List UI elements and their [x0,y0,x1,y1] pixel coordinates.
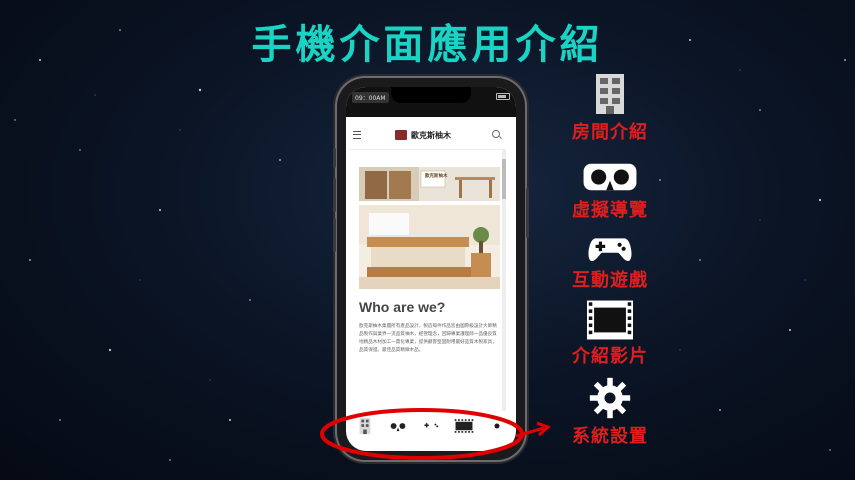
legend-item-interactive-game: 互動遊戲 [560,232,660,292]
legend-label: 介紹影片 [572,346,648,367]
about-heading: Who are we? [359,299,446,315]
brand-logo[interactable] [395,130,407,140]
legend-item-system-settings: 系統設置 [560,376,660,448]
status-bar: 09：00AM [346,87,516,117]
hamburger-menu-icon[interactable] [353,131,361,139]
legend-label: 互動遊戲 [572,270,648,291]
search-icon[interactable] [492,130,500,138]
phone-screen: 09：00AM 歐克斯柚木 歐克斯柚木 Who are we? 歐克斯柚木集團所… [346,87,516,451]
vr-goggles-icon [583,163,637,191]
legend-item-room-intro: 房間介紹 [560,72,660,144]
phone-mockup: 09：00AM 歐克斯柚木 歐克斯柚木 Who are we? 歐克斯柚木集團所… [333,78,529,460]
volume-down-button [333,218,336,252]
status-time: 09：00AM [352,92,389,103]
about-paragraph: 歐克斯柚木集團所有產品設計，製造每件作品皆由國際級設計大師精品製作與業界一流品質… [359,324,497,353]
brand-name[interactable]: 歐克斯柚木 [411,130,451,141]
page-scrollbar[interactable] [502,149,506,411]
building-icon [596,74,624,114]
volume-up-button [333,178,336,212]
legend-label: 系統設置 [572,426,648,447]
legend-item-virtual-tour: 虛擬導覽 [560,160,660,222]
hero-banner-caption: 歐克斯柚木 [425,174,448,179]
mute-switch [333,148,336,168]
legend-label: 虛擬導覽 [572,200,648,221]
web-page: 歐克斯柚木 歐克斯柚木 Who are we? 歐克斯柚木集團所有產品設計，製造… [349,121,506,411]
site-header: 歐克斯柚木 [349,121,506,150]
legend-label: 房間介紹 [572,122,648,143]
legend-item-intro-video: 介紹影片 [560,300,660,368]
phone-notch [391,87,471,103]
slide-title: 手機介面應用介紹 [251,21,604,68]
gamepad-icon [588,238,632,262]
bedroom-photo[interactable] [359,205,500,289]
battery-icon [496,93,510,100]
highlight-circle [320,408,551,460]
film-icon [587,300,633,340]
gear-icon [589,377,631,419]
power-button [526,188,529,238]
